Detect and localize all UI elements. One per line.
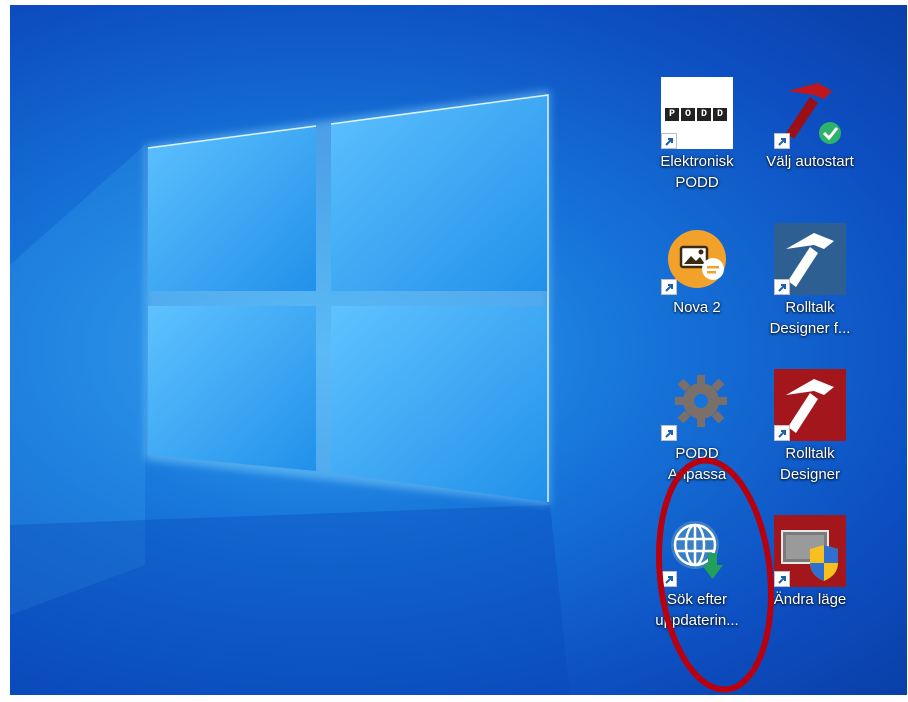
logo-pane-bottom-right xyxy=(331,306,548,502)
shortcut-arrow-icon xyxy=(661,279,677,295)
icon-label: Rolltalk Designer f... xyxy=(769,299,851,337)
desktop-icon-podd-anpassa[interactable]: PODD Anpassa xyxy=(647,369,747,485)
desktop-icon-elektronisk-podd[interactable]: P O D D Elektronisk PODD xyxy=(647,77,747,193)
desktop-icon-rolltalk-designer[interactable]: Rolltalk Designer xyxy=(760,369,860,485)
rolltalk-designer-blue-icon xyxy=(774,223,846,295)
shortcut-arrow-icon xyxy=(661,571,677,587)
icon-label: Ändra läge xyxy=(773,591,847,608)
desktop-icon-andra-lage[interactable]: Ändra läge xyxy=(760,515,860,610)
icon-label: PODD Anpassa xyxy=(667,445,727,483)
desktop-icon-nova-2[interactable]: Nova 2 xyxy=(647,223,747,318)
logo-pane-bottom-left xyxy=(148,306,316,471)
logo-pane-top-left xyxy=(148,126,316,291)
gear-icon xyxy=(661,369,733,441)
rolltalk-designer-red-icon xyxy=(774,369,846,441)
icon-label: Välj autostart xyxy=(766,153,854,170)
shortcut-arrow-icon xyxy=(661,425,677,441)
hammer-check-icon xyxy=(774,77,846,149)
icon-label: Sök efter uppdaterin... xyxy=(655,591,739,629)
icon-label: Nova 2 xyxy=(673,299,721,316)
icon-label: Elektronisk PODD xyxy=(660,153,734,191)
shortcut-arrow-icon xyxy=(774,571,790,587)
icon-label: Rolltalk Designer xyxy=(779,445,841,483)
nova-icon xyxy=(661,223,733,295)
desktop-icon-sok-efter-uppdateringar[interactable]: Sök efter uppdaterin... xyxy=(647,515,747,631)
globe-download-icon xyxy=(661,515,733,587)
shortcut-arrow-icon xyxy=(661,133,677,149)
desktop[interactable]: P O D D Elektronisk PODD Välj autostart xyxy=(10,5,907,695)
change-mode-icon xyxy=(774,515,846,587)
shortcut-arrow-icon xyxy=(774,425,790,441)
shortcut-arrow-icon xyxy=(774,279,790,295)
desktop-icon-valj-autostart[interactable]: Välj autostart xyxy=(760,77,860,172)
desktop-icon-rolltalk-designer-f[interactable]: Rolltalk Designer f... xyxy=(760,223,860,339)
shortcut-arrow-icon xyxy=(774,133,790,149)
podd-icon: P O D D xyxy=(661,77,733,149)
logo-pane-top-right xyxy=(331,95,548,291)
